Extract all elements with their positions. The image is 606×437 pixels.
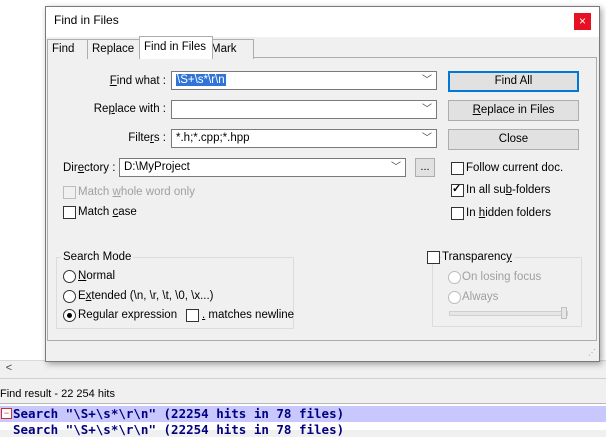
matches-newline-label: . matches newline [202, 309, 295, 321]
search-result-summary[interactable]: Search "\S+\s*\r\n" (22254 hits in 78 fi… [13, 406, 344, 422]
match-whole-word-checkbox[interactable] [63, 186, 76, 199]
dialog-title: Find in Files [54, 13, 119, 27]
browse-directory-button[interactable]: ... [415, 158, 435, 177]
chevron-down-icon[interactable]: ﹀ [420, 131, 434, 146]
on-losing-focus-radio[interactable] [448, 271, 461, 284]
dialog-titlebar[interactable] [46, 7, 599, 37]
find-result-panel-title: Find result - 22 254 hits [0, 388, 115, 400]
search-result-summary-secondary[interactable]: Search "\S+\s*\r\n" (22254 hits in 78 fi… [13, 423, 344, 437]
transparency-slider[interactable] [449, 311, 568, 316]
normal-mode-label: Normal [78, 270, 116, 282]
replace-with-label: Replace with : [93, 103, 166, 115]
directory-label: Directory : [63, 162, 116, 174]
transparency-slider-thumb[interactable] [561, 307, 567, 319]
chevron-down-icon[interactable]: ﹀ [420, 102, 434, 117]
resize-grip-icon[interactable]: ⋰ [588, 349, 596, 357]
filters-label: Filters : [128, 132, 166, 144]
match-case-checkbox[interactable] [63, 206, 76, 219]
extended-mode-label: Extended (\n, \r, \t, \0, \x...) [78, 290, 214, 302]
close-button[interactable]: Close [448, 129, 579, 150]
in-all-subfolders-checkbox[interactable] [451, 183, 464, 197]
tab-mark[interactable]: Mark [206, 39, 254, 59]
find-what-input[interactable]: \S+\s*\r\n ﹀ [171, 71, 437, 90]
replace-in-files-button[interactable]: Replace in Files [448, 100, 579, 121]
in-hidden-folders-checkbox[interactable] [451, 207, 464, 220]
chevron-down-icon[interactable]: ﹀ [420, 73, 434, 88]
always-radio[interactable] [448, 291, 461, 304]
on-losing-focus-label: On losing focus [462, 271, 542, 283]
transparency-label: Transparency [442, 250, 514, 264]
matches-newline-checkbox[interactable] [186, 309, 199, 322]
filters-input[interactable]: *.h;*.cpp;*.hpp ﹀ [171, 129, 437, 148]
transparency-checkbox[interactable] [427, 251, 440, 264]
normal-mode-radio[interactable] [63, 270, 76, 283]
always-label: Always [462, 291, 499, 303]
filters-value: *.h;*.cpp;*.hpp [176, 132, 250, 144]
find-what-label: Find what : [109, 75, 166, 87]
directory-value: D:\MyProject [124, 161, 190, 173]
match-case-label: Match case [78, 206, 137, 218]
directory-input[interactable]: D:\MyProject ﹀ [119, 158, 406, 177]
match-whole-word-label: Match whole word only [78, 186, 195, 198]
tab-find[interactable]: Find [47, 39, 89, 59]
tab-find-in-files[interactable]: Find in Files [139, 36, 213, 59]
search-mode-title: Search Mode [61, 250, 134, 264]
close-icon[interactable]: × [574, 13, 591, 30]
find-all-button[interactable]: Find All [448, 71, 579, 92]
regex-mode-label: Regular expression [78, 309, 178, 321]
extended-mode-radio[interactable] [63, 290, 76, 303]
chevron-down-icon[interactable]: ﹀ [389, 160, 403, 175]
in-hidden-folders-label: In hidden folders [466, 207, 552, 219]
in-all-subfolders-label: In all sub-folders [466, 184, 551, 196]
follow-current-doc-checkbox[interactable] [451, 162, 464, 175]
panel-separator [0, 378, 606, 386]
find-what-value: \S+\s*\r\n [176, 74, 226, 86]
regex-mode-radio[interactable] [63, 309, 76, 322]
tab-replace[interactable]: Replace [87, 39, 146, 59]
collapse-toggle-icon[interactable]: − [1, 408, 12, 419]
horizontal-scrollbar[interactable] [0, 360, 606, 378]
follow-current-doc-label: Follow current doc. [466, 162, 564, 174]
replace-with-input[interactable]: ﹀ [171, 100, 437, 119]
scroll-left-arrow-icon[interactable]: < [2, 361, 16, 375]
